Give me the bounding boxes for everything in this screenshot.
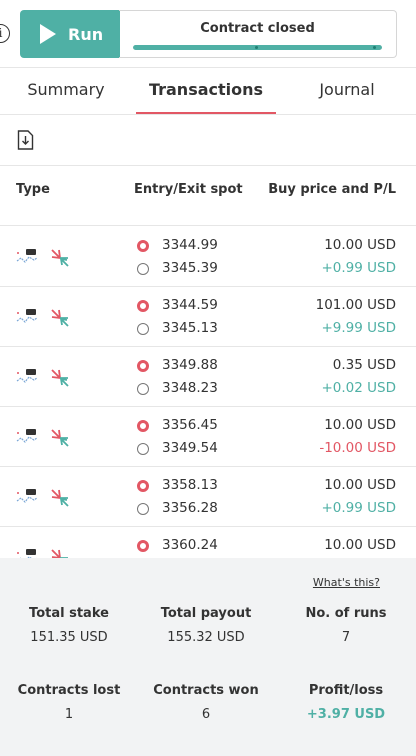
profit-loss: +0.99 USD bbox=[321, 500, 396, 516]
buy-price: 10.00 USD bbox=[324, 477, 396, 493]
profit-loss-summary: Profit/loss +3.97 USD bbox=[277, 683, 415, 722]
buy-price: 10.00 USD bbox=[324, 417, 396, 433]
total-payout: Total payout 155.32 USD bbox=[137, 606, 275, 645]
summary-panel: What's this? Total stake 151.35 USD Tota… bbox=[0, 558, 416, 756]
contract-arrows-icon bbox=[51, 249, 69, 267]
runs-value: 7 bbox=[341, 630, 351, 645]
run-button-label: Run bbox=[68, 24, 104, 44]
entry-marker-icon bbox=[137, 480, 149, 492]
entry-marker-icon bbox=[137, 360, 149, 372]
exit-marker-icon bbox=[137, 503, 149, 515]
run-button[interactable]: Run bbox=[20, 10, 120, 58]
total-payout-value: 155.32 USD bbox=[167, 630, 245, 645]
column-buy-pl: Buy price and P/L bbox=[268, 182, 396, 197]
total-payout-label: Total payout bbox=[160, 606, 252, 621]
table-header: Type Entry/Exit spot Buy price and P/L bbox=[0, 166, 416, 226]
active-tab-indicator bbox=[136, 112, 276, 114]
contract-status: Contract closed bbox=[119, 10, 397, 58]
top-bar: i Run Contract closed bbox=[0, 0, 416, 68]
tab-transactions[interactable]: Transactions bbox=[136, 68, 276, 115]
contract-type-icon bbox=[16, 429, 38, 443]
transactions-toolbar bbox=[0, 116, 416, 166]
entry-marker-icon bbox=[137, 540, 149, 552]
tab-summary[interactable]: Summary bbox=[0, 68, 132, 115]
table-row[interactable]: 3360.24 10.00 USD bbox=[0, 527, 416, 558]
contract-arrows-icon bbox=[51, 489, 69, 507]
download-icon[interactable] bbox=[17, 130, 34, 150]
buy-price: 101.00 USD bbox=[315, 297, 396, 313]
contracts-lost-label: Contracts lost bbox=[17, 683, 121, 698]
contracts-lost-value: 1 bbox=[64, 707, 74, 722]
profit-loss: +9.99 USD bbox=[321, 320, 396, 336]
entry-marker-icon bbox=[137, 240, 149, 252]
contract-arrows-icon bbox=[51, 309, 69, 327]
entry-marker-icon bbox=[137, 420, 149, 432]
table-row[interactable]: 3358.13 3356.28 10.00 USD +0.99 USD bbox=[0, 467, 416, 527]
total-stake-label: Total stake bbox=[29, 606, 109, 621]
table-row[interactable]: 3356.45 3349.54 10.00 USD -10.00 USD bbox=[0, 407, 416, 467]
table-row[interactable]: 3344.59 3345.13 101.00 USD +9.99 USD bbox=[0, 287, 416, 347]
contract-type-icon bbox=[16, 309, 38, 323]
contract-arrows-icon bbox=[51, 429, 69, 447]
contract-arrows-icon bbox=[51, 369, 69, 387]
table-row[interactable]: 3344.99 3345.39 10.00 USD +0.99 USD bbox=[0, 227, 416, 287]
profit-loss: +0.02 USD bbox=[321, 380, 396, 396]
contracts-won: Contracts won 6 bbox=[137, 683, 275, 722]
profit-loss-value: +3.97 USD bbox=[306, 707, 386, 722]
exit-marker-icon bbox=[137, 383, 149, 395]
contracts-won-label: Contracts won bbox=[153, 683, 259, 698]
total-stake: Total stake 151.35 USD bbox=[0, 606, 138, 645]
exit-marker-icon bbox=[137, 443, 149, 455]
column-entry-exit: Entry/Exit spot bbox=[134, 182, 243, 197]
profit-loss: -10.00 USD bbox=[319, 440, 396, 456]
exit-marker-icon bbox=[137, 323, 149, 335]
progress-marker bbox=[255, 46, 258, 49]
tab-journal[interactable]: Journal bbox=[278, 68, 416, 115]
buy-price: 10.00 USD bbox=[324, 537, 396, 553]
contract-type-icon bbox=[17, 549, 37, 558]
progress-bar bbox=[133, 45, 382, 50]
tab-bar: Summary Transactions Journal bbox=[0, 68, 416, 115]
profit-loss-label: Profit/loss bbox=[308, 683, 384, 698]
contracts-won-value: 6 bbox=[201, 707, 211, 722]
entry-marker-icon bbox=[137, 300, 149, 312]
transactions-list: 3344.99 3345.39 10.00 USD +0.99 USD 3344… bbox=[0, 227, 416, 558]
info-icon[interactable]: i bbox=[0, 24, 10, 43]
runs-label: No. of runs bbox=[305, 606, 387, 621]
buy-price: 10.00 USD bbox=[324, 237, 396, 253]
contract-type-icon bbox=[16, 369, 38, 383]
contract-type-icon bbox=[16, 249, 38, 263]
exit-marker-icon bbox=[137, 263, 149, 275]
number-of-runs: No. of runs 7 bbox=[277, 606, 415, 645]
contract-type-icon bbox=[16, 489, 38, 503]
contract-arrows-icon bbox=[51, 549, 68, 558]
table-row[interactable]: 3349.88 3348.23 0.35 USD +0.02 USD bbox=[0, 347, 416, 407]
status-text: Contract closed bbox=[200, 21, 315, 36]
whats-this-link[interactable]: What's this? bbox=[313, 576, 380, 589]
total-stake-value: 151.35 USD bbox=[30, 630, 108, 645]
contracts-lost: Contracts lost 1 bbox=[0, 683, 138, 722]
column-type: Type bbox=[16, 182, 50, 197]
profit-loss: +0.99 USD bbox=[321, 260, 396, 276]
play-icon bbox=[40, 24, 56, 44]
progress-marker bbox=[373, 46, 376, 49]
buy-price: 0.35 USD bbox=[332, 357, 396, 373]
